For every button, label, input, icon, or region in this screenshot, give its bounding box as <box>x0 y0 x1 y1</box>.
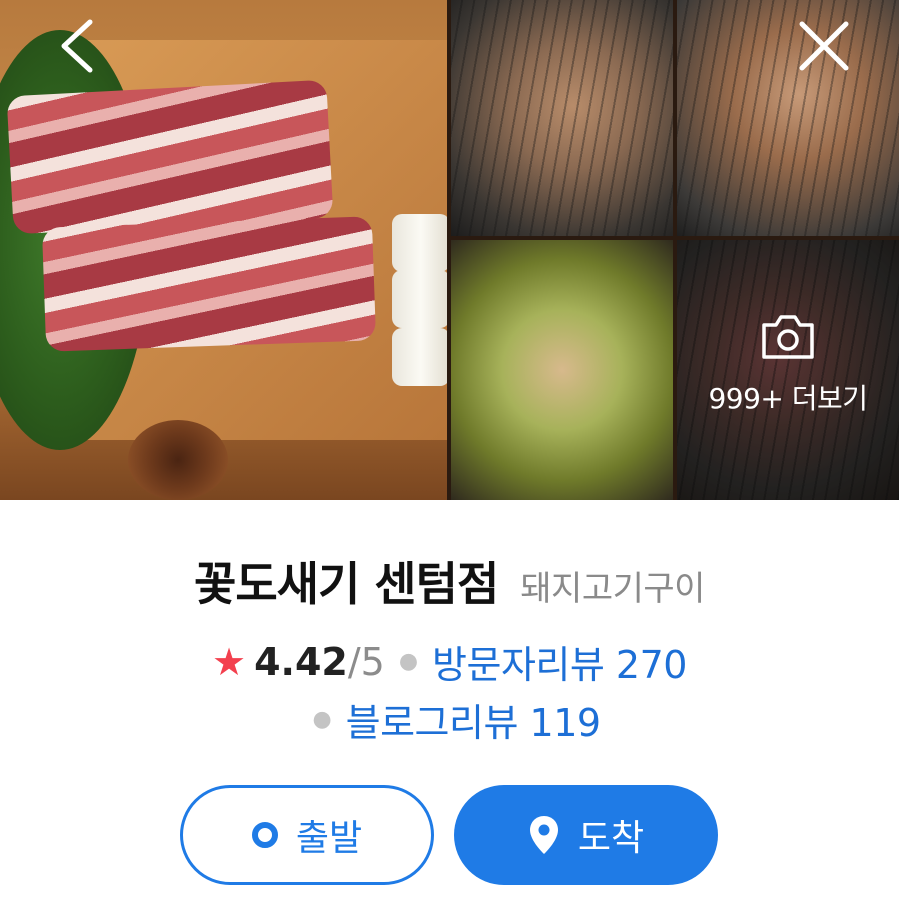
star-icon: ★ <box>212 639 247 684</box>
separator-dot: ● <box>398 649 419 674</box>
chevron-left-icon <box>61 19 93 73</box>
pork-belly-slab <box>41 216 377 352</box>
pork-belly-slab <box>6 79 334 235</box>
rating-score: 4.42 <box>254 639 348 684</box>
depart-button[interactable]: 출발 <box>180 785 434 885</box>
rating-row: ★ 4.42 /5 ● 방문자리뷰 270 <box>0 634 899 689</box>
close-icon <box>799 21 849 71</box>
gallery-photo[interactable] <box>451 0 673 236</box>
rice-cake <box>392 328 447 386</box>
title-row: 꽃도새기 센텀점 돼지고기구이 <box>0 548 899 614</box>
more-photos-button[interactable]: 999+ 더보기 <box>677 240 899 500</box>
rice-cake <box>392 270 447 328</box>
place-info: 꽃도새기 센텀점 돼지고기구이 ★ 4.42 /5 ● 방문자리뷰 270 ● … <box>0 500 899 899</box>
separator-dot: ● <box>312 707 332 732</box>
arrive-button[interactable]: 도착 <box>454 785 718 885</box>
visitor-review-link[interactable]: 방문자리뷰 270 <box>432 634 687 689</box>
depart-label: 출발 <box>295 818 363 859</box>
more-photos-label: 999+ 더보기 <box>708 382 868 415</box>
place-name: 꽃도새기 센텀점 <box>194 557 499 611</box>
grill-grate <box>451 0 673 236</box>
gallery-photo[interactable] <box>451 240 673 500</box>
arrive-label: 도착 <box>577 818 645 859</box>
map-pin-icon <box>529 816 558 854</box>
photo-gallery: 999+ 더보기 <box>0 0 899 500</box>
blog-review-row: ● 블로그리뷰 119 <box>0 692 899 747</box>
gallery-photo[interactable] <box>677 0 899 236</box>
wood-knot <box>128 420 228 500</box>
place-category: 돼지고기구이 <box>520 569 705 609</box>
close-button[interactable] <box>796 18 852 74</box>
origin-dot-icon <box>251 822 278 848</box>
rating-max: /5 <box>347 639 385 684</box>
camera-icon <box>762 315 814 359</box>
main-photo[interactable] <box>0 0 447 500</box>
blog-review-link[interactable]: 블로그리뷰 119 <box>346 692 601 747</box>
rice-cake <box>392 214 447 272</box>
back-button[interactable] <box>48 18 104 74</box>
grill-grate <box>677 0 899 236</box>
